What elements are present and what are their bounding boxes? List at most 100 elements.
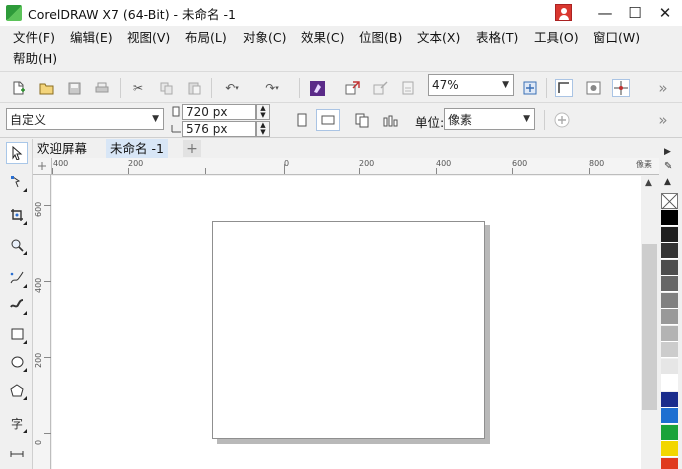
eyedropper-icon[interactable]: ✎	[664, 161, 672, 172]
print-icon[interactable]	[93, 79, 111, 97]
color-swatch[interactable]	[661, 259, 678, 276]
vertical-ruler[interactable]: 600 400 200 0	[33, 175, 51, 469]
color-swatch[interactable]	[661, 408, 678, 424]
menu-file[interactable]: 文件(F)	[13, 28, 55, 48]
cut-icon[interactable]: ✂	[129, 79, 147, 97]
color-swatch[interactable]	[661, 325, 678, 342]
portrait-orientation-icon[interactable]	[293, 111, 311, 129]
color-swatch[interactable]	[661, 276, 678, 292]
add-tab-button[interactable]: +	[183, 140, 201, 157]
color-swatch[interactable]	[661, 309, 678, 325]
color-swatch[interactable]	[661, 375, 678, 391]
no-color-swatch[interactable]	[661, 193, 678, 209]
property-bar-overflow-button[interactable]: »	[654, 111, 672, 129]
page-width-field[interactable]: 720 px	[182, 104, 256, 120]
menu-object[interactable]: 对象(C)	[243, 28, 286, 48]
scroll-up-arrow-icon[interactable]: ▲	[645, 178, 652, 188]
open-icon[interactable]	[37, 79, 55, 97]
menu-bitmaps[interactable]: 位图(B)	[359, 28, 402, 48]
page-height-field[interactable]: 576 px	[182, 121, 256, 137]
page-size-preset-dropdown[interactable]: 自定义 ▼	[6, 108, 164, 130]
current-page-icon[interactable]	[381, 111, 399, 129]
ruler-label: 600	[512, 159, 528, 168]
pick-tool-icon[interactable]	[6, 142, 28, 164]
add-page-circle-icon[interactable]	[553, 111, 571, 129]
tab-welcome-screen[interactable]: 欢迎屏幕	[33, 139, 91, 158]
window-title: CorelDRAW X7 (64-Bit) - 未命名 -1	[28, 6, 236, 22]
ruler-unit-label: 像素	[636, 160, 652, 169]
text-tool-icon[interactable]: 字	[6, 412, 28, 434]
ruler-tick	[44, 357, 51, 358]
zoom-level-value: 47%	[432, 78, 459, 92]
save-icon[interactable]	[65, 79, 83, 97]
menu-tools[interactable]: 工具(O)	[534, 28, 579, 48]
page-size-preset-value: 自定义	[10, 112, 47, 127]
export-icon[interactable]	[371, 79, 389, 97]
parallel-dimension-tool-icon[interactable]	[6, 443, 28, 465]
user-account-icon[interactable]	[555, 4, 572, 21]
zoom-to-page-icon[interactable]	[521, 79, 539, 97]
page-width-stepper[interactable]: ▲ ▼	[256, 104, 270, 120]
drawing-page[interactable]	[212, 221, 485, 439]
color-swatch[interactable]	[661, 342, 678, 358]
zoom-level-dropdown[interactable]: 47% ▼	[428, 74, 514, 96]
palette-scroll-up-icon[interactable]: ▲	[664, 177, 671, 187]
show-rulers-icon[interactable]	[584, 79, 602, 97]
color-swatch[interactable]	[661, 210, 678, 226]
zoom-tool-icon[interactable]	[6, 234, 28, 256]
polygon-tool-icon[interactable]	[6, 379, 28, 401]
color-swatch[interactable]	[661, 292, 678, 309]
maximize-button[interactable]: ☐	[620, 0, 650, 26]
coreldraw-logo-icon	[6, 5, 22, 21]
import-icon[interactable]	[343, 79, 361, 97]
menu-layout[interactable]: 布局(L)	[185, 28, 227, 48]
publish-pdf-icon[interactable]	[399, 79, 417, 97]
menu-text[interactable]: 文本(X)	[417, 28, 460, 48]
redo-icon[interactable]: ↷ ▾	[259, 79, 285, 97]
menu-help[interactable]: 帮助(H)	[13, 49, 57, 69]
menu-view[interactable]: 视图(V)	[127, 28, 170, 48]
menu-window[interactable]: 窗口(W)	[593, 28, 640, 48]
crop-tool-icon[interactable]	[6, 204, 28, 226]
menu-edit[interactable]: 编辑(E)	[70, 28, 113, 48]
freehand-tool-icon[interactable]	[6, 267, 28, 289]
new-document-icon[interactable]	[9, 79, 27, 97]
scrollbar-thumb[interactable]	[642, 244, 657, 410]
ellipse-tool-icon[interactable]	[6, 351, 28, 373]
landscape-orientation-icon[interactable]	[316, 109, 340, 131]
color-swatch[interactable]	[661, 358, 678, 375]
color-swatch[interactable]	[661, 226, 678, 243]
chevron-down-icon: ▼	[502, 80, 509, 90]
color-swatch[interactable]	[661, 457, 678, 469]
color-swatch[interactable]	[661, 424, 678, 441]
units-dropdown[interactable]: 像素 ▼	[444, 108, 535, 130]
minimize-button[interactable]: —	[590, 0, 620, 26]
ruler-origin-corner[interactable]	[33, 158, 52, 175]
menu-effects[interactable]: 效果(C)	[301, 28, 344, 48]
search-content-icon[interactable]	[308, 79, 326, 97]
close-button[interactable]: ✕	[650, 0, 680, 26]
toolbar-overflow-button[interactable]: »	[654, 79, 672, 97]
paste-icon[interactable]	[185, 79, 203, 97]
dynamic-guides-icon[interactable]	[612, 79, 630, 97]
page-height-stepper[interactable]: ▲ ▼	[256, 121, 270, 137]
menu-table[interactable]: 表格(T)	[476, 28, 518, 48]
rectangle-tool-icon[interactable]	[6, 323, 28, 345]
horizontal-ruler[interactable]: 400 200 0 200 400 600 800 像素	[52, 158, 659, 175]
color-swatch[interactable]	[661, 243, 678, 259]
artistic-media-tool-icon[interactable]	[6, 294, 28, 316]
property-bar: 自定义 ▼ 720 px ▲ ▼ 576 px ▲ ▼ 单位: 像素 ▼ »	[0, 102, 682, 138]
tab-document[interactable]: 未命名 -1	[106, 139, 168, 158]
color-palette: ▶ ✎ ▲	[659, 139, 682, 469]
color-swatch[interactable]	[661, 441, 678, 457]
ruler-tick	[44, 433, 51, 434]
copy-icon[interactable]	[157, 79, 175, 97]
undo-icon[interactable]: ↶ ▾	[219, 79, 245, 97]
vertical-scrollbar[interactable]: ▲	[641, 176, 659, 469]
palette-expand-icon[interactable]: ▶	[664, 147, 671, 157]
snap-to-icon[interactable]	[555, 79, 573, 97]
all-pages-icon[interactable]	[353, 111, 371, 129]
color-swatch[interactable]	[661, 391, 678, 408]
menu-bar: 文件(F) 编辑(E) 视图(V) 布局(L) 对象(C) 效果(C) 位图(B…	[0, 26, 682, 70]
shape-tool-icon[interactable]	[6, 171, 28, 193]
